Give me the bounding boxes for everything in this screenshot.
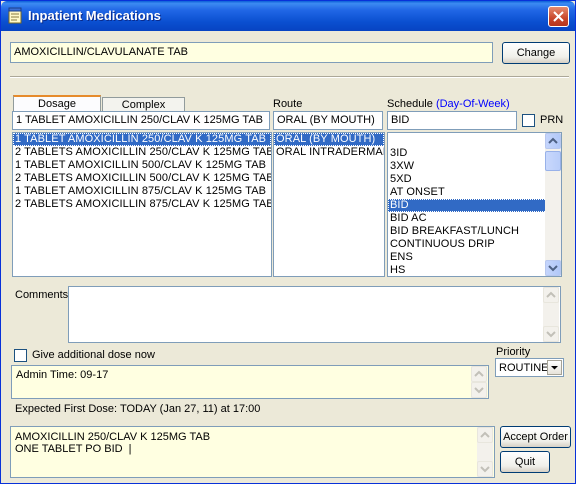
admin-time-text: Admin Time: 09-17 [16,369,109,381]
divider [10,76,569,78]
route-list[interactable]: ORAL (BY MOUTH) ORAL INTRADERMAL [273,132,385,277]
chevron-up-icon [474,370,484,377]
scroll-up-arrow [543,287,559,303]
prn-label: PRN [540,114,564,126]
schedule-list-item[interactable]: 3ID [388,147,561,160]
schedule-list-item[interactable]: BID [388,199,561,212]
chevron-down-icon [551,366,558,370]
title-bar[interactable]: Inpatient Medications [1,1,575,31]
schedule-list[interactable]: 3ID 3XW 5XD AT ONSET BID BID AC BID BREAKFAST/… [387,132,562,277]
priority-select[interactable]: ROUTINE [495,358,564,377]
route-list-item[interactable]: ORAL (BY MOUTH) [274,133,384,146]
tab-complex[interactable]: Complex [102,97,185,112]
chevron-down-icon [474,387,484,394]
schedule-label-text: Schedule [387,98,433,110]
dosage-list-item[interactable]: 1 TABLET AMOXICILLIN 500/CLAV K 125MG TA… [13,159,271,172]
schedule-list-item[interactable]: CONTINUOUS DRIP [388,238,561,251]
scroll-up-arrow[interactable] [545,133,561,149]
comments-scrollbar [543,287,559,342]
schedule-input[interactable]: BID [387,111,517,130]
dosage-list[interactable]: 1 TABLET AMOXICILLIN 250/CLAV K 125MG TA… [12,132,272,277]
chevron-down-icon [546,331,556,338]
dropdown-button[interactable] [547,360,562,375]
accept-order-button[interactable]: Accept Order [500,426,571,448]
route-input[interactable]: ORAL (BY MOUTH) [273,111,383,130]
route-label: Route [273,98,303,110]
close-button[interactable] [548,6,569,27]
dosage-input[interactable]: 1 TABLET AMOXICILLIN 250/CLAV K 125MG TA… [12,111,270,130]
orderable-item-field[interactable]: AMOXICILLIN/CLAVULANATE TAB [10,42,493,63]
additional-dose-checkbox[interactable] [14,349,27,362]
scroll-down-arrow [471,382,487,398]
additional-dose-label: Give additional dose now [32,349,155,361]
text-cursor: | [128,443,132,455]
schedule-list-item[interactable]: AT ONSET [388,186,561,199]
notepad-icon [7,7,23,24]
comments-input[interactable] [68,286,561,343]
order-text-box[interactable]: AMOXICILLIN 250/CLAV K 125MG TAB ONE TAB… [10,426,495,478]
schedule-list-item[interactable]: BID BREAKFAST/LUNCH [388,225,561,238]
order-text-line-2: ONE TABLET PO BID | [15,443,490,455]
dosage-list-item[interactable]: 2 TABLETS AMOXICILLIN 875/CLAV K 125MG T… [13,198,271,211]
day-of-week-link[interactable]: (Day-Of-Week) [436,98,510,110]
dosage-list-item[interactable]: 1 TABLET AMOXICILLIN 250/CLAV K 125MG TA… [13,133,271,146]
dosage-list-item[interactable]: 2 TABLETS AMOXICILLIN 500/CLAV K 125MG T… [13,172,271,185]
change-button[interactable]: Change [502,42,570,64]
chevron-down-icon [480,466,490,473]
schedule-list-item[interactable]: HS [388,264,561,276]
admin-scrollbar [471,366,487,398]
schedule-list-item[interactable]: ENS [388,251,561,264]
admin-time-box: Admin Time: 09-17 [11,365,489,399]
scroll-down-arrow [477,461,493,477]
schedule-label: Schedule (Day-Of-Week) [387,98,510,110]
comments-label: Comments: [15,289,72,301]
tab-dosage[interactable]: Dosage [13,95,101,112]
inpatient-medications-dialog: Inpatient Medications AMOXICILLIN/CLAVUL… [0,0,576,484]
scroll-down-arrow[interactable] [545,260,561,276]
priority-value: ROUTINE [499,362,549,374]
priority-label: Priority [496,346,531,358]
dosage-list-item[interactable]: 2 TABLETS AMOXICILLIN 250/CLAV K 125MG T… [13,146,271,159]
order-text-line-2-text: ONE TABLET PO BID [15,443,123,455]
scroll-down-arrow [543,326,559,342]
quit-button[interactable]: Quit [500,451,550,473]
scroll-up-arrow [471,366,487,382]
prn-checkbox[interactable] [522,114,535,127]
window-title: Inpatient Medications [28,8,161,23]
order-text-scrollbar [477,427,493,477]
expected-first-dose: Expected First Dose: TODAY (Jan 27, 11) … [15,403,261,415]
scroll-thumb[interactable] [545,151,561,171]
chevron-up-icon [480,431,490,438]
route-list-item[interactable]: ORAL INTRADERMAL [274,146,384,159]
chevron-up-icon [548,137,558,144]
dosage-list-item[interactable]: 1 TABLET AMOXICILLIN 875/CLAV K 125MG TA… [13,185,271,198]
schedule-list-item[interactable]: 3XW [388,160,561,173]
chevron-down-icon [548,265,558,272]
schedule-scrollbar[interactable] [545,133,561,276]
schedule-list-item[interactable]: 5XD [388,173,561,186]
order-text-line-1: AMOXICILLIN 250/CLAV K 125MG TAB [15,431,211,443]
schedule-list-item[interactable]: BID AC [388,212,561,225]
scroll-up-arrow [477,427,493,443]
chevron-up-icon [546,291,556,298]
